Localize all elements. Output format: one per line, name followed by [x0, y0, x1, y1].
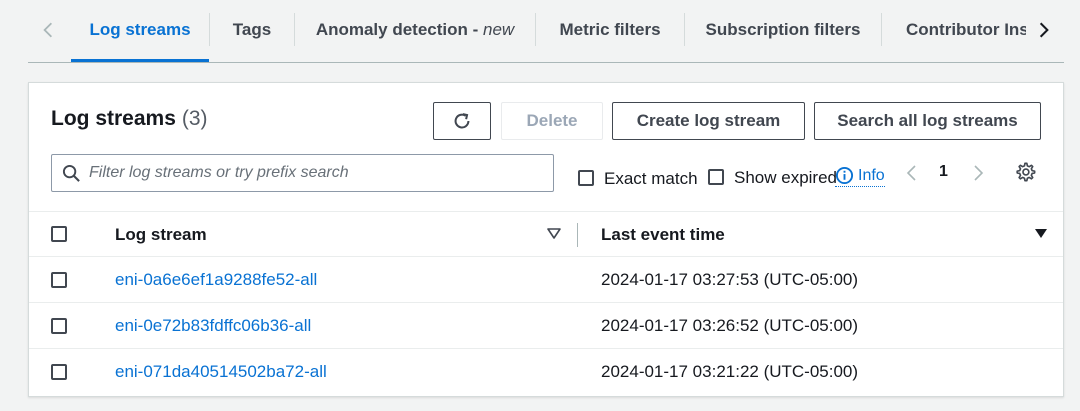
- new-label: new: [483, 20, 515, 39]
- last-event-time: 2024-01-17 03:26:52 (UTC-05:00): [601, 316, 859, 335]
- create-log-stream-button[interactable]: Create log stream: [612, 102, 805, 140]
- table-row: eni-0e72b83fdffc06b36-all 2024-01-17 03:…: [29, 303, 1063, 349]
- chevron-right-icon: [1039, 22, 1049, 38]
- exact-match-label: Exact match: [604, 169, 698, 188]
- chevron-left-icon: [43, 22, 53, 38]
- tab-anomaly-detection[interactable]: Anomaly detection - new: [295, 0, 535, 60]
- select-all-checkbox[interactable]: [51, 226, 67, 242]
- tab-tags[interactable]: Tags: [210, 0, 294, 60]
- tab-subscription-filters[interactable]: Subscription filters: [685, 0, 881, 60]
- next-page-button[interactable]: [968, 162, 988, 184]
- show-expired-checkbox[interactable]: [708, 169, 724, 185]
- log-stream-link[interactable]: eni-0a6e6ef1a9288fe52-all: [115, 270, 317, 290]
- current-page-number[interactable]: 1: [939, 163, 948, 181]
- tab-log-streams[interactable]: Log streams: [71, 0, 209, 62]
- search-input[interactable]: [89, 164, 549, 182]
- info-link[interactable]: Info: [835, 166, 885, 187]
- panel-title: Log streams (3): [51, 107, 208, 130]
- sort-descending-icon[interactable]: [1034, 228, 1048, 240]
- table-row: eni-071da40514502ba72-all 2024-01-17 03:…: [29, 349, 1063, 395]
- tab-contributor-insights[interactable]: Contributor Ins: [882, 0, 1026, 60]
- tab-scroll-right-button[interactable]: [1024, 0, 1064, 60]
- column-header-last-event-time[interactable]: Last event time: [601, 225, 725, 245]
- column-resizer[interactable]: [577, 223, 578, 247]
- table-header: Log stream Last event time: [29, 211, 1063, 257]
- delete-button[interactable]: Delete: [501, 102, 603, 140]
- exact-match-checkbox[interactable]: [578, 170, 594, 186]
- stream-count: (3): [181, 107, 208, 130]
- row-checkbox[interactable]: [51, 318, 67, 334]
- log-streams-panel: Log streams (3) Delete Create log stream …: [28, 82, 1064, 397]
- search-icon: [62, 164, 80, 182]
- row-checkbox[interactable]: [51, 364, 67, 380]
- tab-metric-filters[interactable]: Metric filters: [536, 0, 684, 60]
- chevron-right-icon: [974, 165, 984, 181]
- tabs-bar: Log streams Tags Anomaly detection - new…: [28, 0, 1064, 63]
- last-event-time: 2024-01-17 03:27:53 (UTC-05:00): [601, 270, 859, 289]
- refresh-button[interactable]: [433, 102, 491, 140]
- filter-search-box[interactable]: [51, 154, 554, 192]
- chevron-left-icon: [906, 165, 916, 181]
- settings-gear-icon[interactable]: [1014, 161, 1036, 183]
- tab-scroll-left-button[interactable]: [28, 0, 68, 60]
- table-row: eni-0a6e6ef1a9288fe52-all 2024-01-17 03:…: [29, 257, 1063, 303]
- info-icon: [835, 166, 854, 185]
- log-stream-link[interactable]: eni-0e72b83fdffc06b36-all: [115, 316, 311, 336]
- sort-unsorted-icon[interactable]: [547, 228, 561, 240]
- show-expired-label: Show expired: [734, 168, 838, 187]
- search-all-log-streams-button[interactable]: Search all log streams: [814, 102, 1041, 140]
- previous-page-button[interactable]: [902, 162, 922, 184]
- column-header-log-stream[interactable]: Log stream: [115, 225, 207, 245]
- last-event-time: 2024-01-17 03:21:22 (UTC-05:00): [601, 362, 859, 381]
- log-stream-link[interactable]: eni-071da40514502ba72-all: [115, 362, 327, 382]
- row-checkbox[interactable]: [51, 272, 67, 288]
- refresh-icon: [454, 113, 470, 129]
